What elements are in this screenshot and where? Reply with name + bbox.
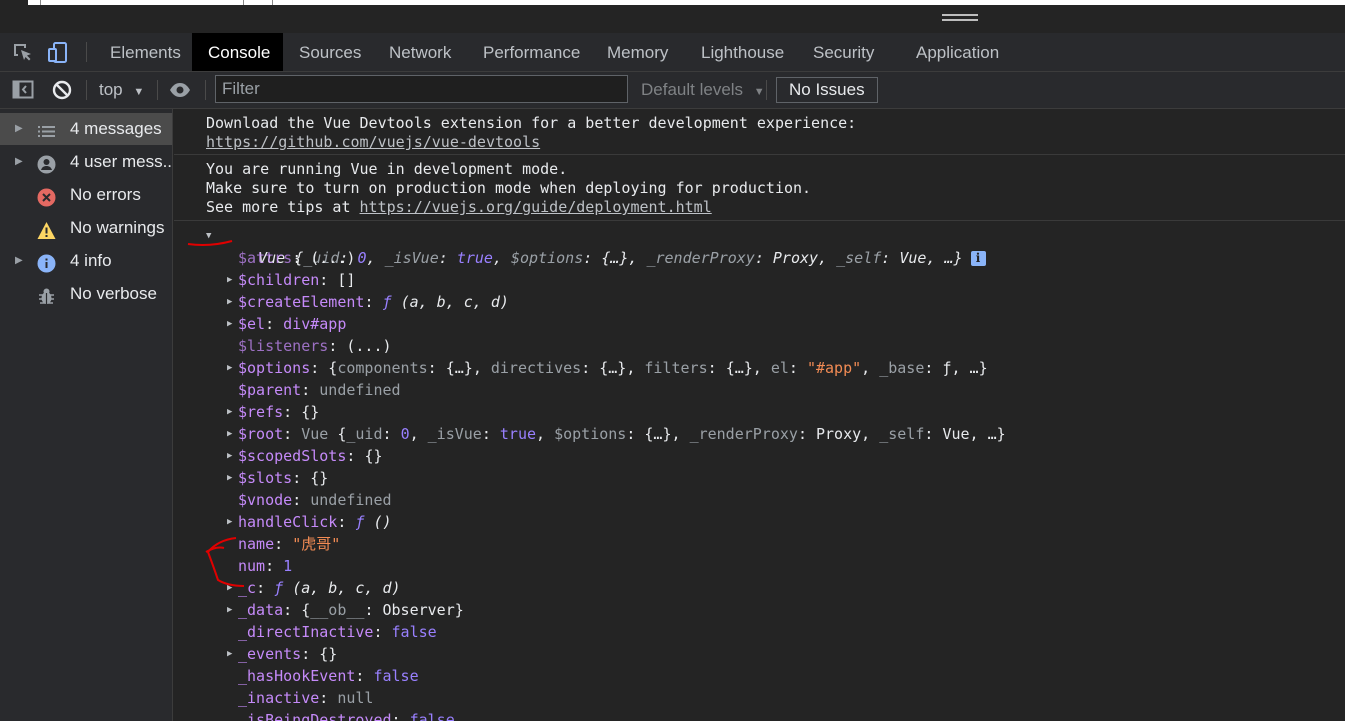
prop-refs[interactable]: ▶ $refs: {} bbox=[227, 401, 319, 423]
prop-inactive[interactable]: _inactive: null bbox=[238, 687, 373, 709]
expand-arrow-icon[interactable]: ▶ bbox=[227, 599, 232, 621]
expand-arrow-icon[interactable]: ▶ bbox=[227, 467, 232, 489]
console-output: Download the Vue Devtools extension for … bbox=[174, 109, 1345, 721]
devtools-link[interactable]: https://github.com/vuejs/vue-devtools bbox=[206, 133, 540, 151]
sidebar-item-warnings[interactable]: No warnings bbox=[0, 212, 172, 244]
expand-arrow-icon[interactable]: ▶ bbox=[227, 423, 232, 445]
tab-console[interactable]: Console bbox=[192, 33, 283, 71]
prop-options[interactable]: ▶ $options: {components: {…}, directives:… bbox=[227, 357, 988, 379]
tab-sources[interactable]: Sources bbox=[283, 33, 377, 71]
prop-c[interactable]: ▶ _c: ƒ (a, b, c, d) bbox=[227, 577, 401, 599]
sidebar-item-label: 4 user mess... bbox=[70, 152, 172, 171]
prop-children[interactable]: ▶ $children: [] bbox=[227, 269, 355, 291]
sidebar-toggle-icon[interactable] bbox=[12, 79, 34, 101]
collapse-arrow-icon[interactable]: ▼ bbox=[206, 225, 211, 247]
user-icon bbox=[37, 153, 56, 174]
deployment-link[interactable]: https://vuejs.org/guide/deployment.html bbox=[360, 198, 712, 216]
info-icon bbox=[37, 252, 56, 273]
resize-handle[interactable] bbox=[942, 14, 978, 22]
prop-num[interactable]: num: 1 bbox=[238, 555, 292, 577]
prop-name[interactable]: name: "虎哥" bbox=[238, 533, 340, 555]
sidebar-item-verbose[interactable]: No verbose bbox=[0, 278, 172, 310]
inspected-page-edge bbox=[28, 0, 1345, 5]
sidebar-item-user-messages[interactable]: ▶ 4 user mess... bbox=[0, 146, 172, 178]
console-message: You are running Vue in development mode.… bbox=[174, 155, 1345, 221]
prop-el[interactable]: ▶ $el: div#app bbox=[227, 313, 346, 335]
tab-application[interactable]: Application bbox=[900, 33, 1015, 71]
sidebar-item-label: 4 messages bbox=[70, 119, 162, 138]
expand-arrow-icon[interactable]: ▶ bbox=[227, 511, 232, 533]
devtools-tab-bar: Elements Console Sources Network Perform… bbox=[0, 33, 1345, 72]
sidebar-item-messages[interactable]: ▶ 4 messages bbox=[0, 113, 172, 145]
sidebar-item-label: No warnings bbox=[70, 218, 165, 237]
expand-arrow-icon[interactable]: ▶ bbox=[227, 357, 232, 379]
prop-events[interactable]: ▶ _events: {} bbox=[227, 643, 337, 665]
message-text: Make sure to turn on production mode whe… bbox=[206, 179, 812, 197]
message-text: You are running Vue in development mode. bbox=[206, 160, 568, 178]
tab-lighthouse[interactable]: Lighthouse bbox=[685, 33, 800, 71]
expand-arrow-icon[interactable]: ▶ bbox=[15, 245, 23, 277]
console-toolbar: top ▼ Default levels ▼ No Issues bbox=[0, 72, 1345, 109]
console-message: Download the Vue Devtools extension for … bbox=[174, 109, 1345, 155]
expand-arrow-icon[interactable]: ▶ bbox=[227, 313, 232, 335]
prop-attrs[interactable]: $attrs: (...) bbox=[238, 247, 355, 269]
bug-icon bbox=[37, 285, 56, 304]
log-levels-dropdown[interactable]: Default levels ▼ bbox=[641, 72, 765, 108]
prop-directInactive[interactable]: _directInactive: false bbox=[238, 621, 437, 643]
issues-button[interactable]: No Issues bbox=[776, 77, 878, 103]
sidebar-item-label: 4 info bbox=[70, 251, 112, 270]
dropdown-arrow-icon: ▼ bbox=[133, 86, 145, 98]
expand-arrow-icon[interactable]: ▶ bbox=[15, 113, 23, 145]
expand-arrow-icon[interactable]: ▶ bbox=[227, 291, 232, 313]
expand-arrow-icon[interactable]: ▶ bbox=[227, 401, 232, 423]
prop-parent[interactable]: $parent: undefined bbox=[238, 379, 401, 401]
page-area-strip bbox=[0, 0, 1345, 32]
context-label: top bbox=[99, 80, 123, 99]
prop-data[interactable]: ▶ _data: {__ob__: Observer} bbox=[227, 599, 464, 621]
prop-root[interactable]: ▶ $root: Vue {_uid: 0, _isVue: true, $opt… bbox=[227, 423, 1006, 445]
context-selector[interactable]: top ▼ bbox=[99, 72, 144, 108]
console-sidebar: ▶ 4 messages ▶ 4 user mess... No errors … bbox=[0, 109, 173, 721]
clear-console-icon[interactable] bbox=[51, 79, 73, 101]
sidebar-item-errors[interactable]: No errors bbox=[0, 179, 172, 211]
dropdown-arrow-icon: ▼ bbox=[753, 86, 765, 98]
expand-arrow-icon[interactable]: ▶ bbox=[227, 269, 232, 291]
levels-label: Default levels bbox=[641, 80, 744, 99]
expand-arrow-icon[interactable]: ▶ bbox=[15, 146, 23, 178]
prop-slots[interactable]: ▶ $slots: {} bbox=[227, 467, 328, 489]
error-icon bbox=[37, 186, 56, 207]
prop-isBeingDestroyed[interactable]: _isBeingDestroyed: false bbox=[238, 709, 455, 721]
tab-elements[interactable]: Elements bbox=[94, 33, 197, 71]
sidebar-item-label: No errors bbox=[70, 185, 141, 204]
message-text: Download the Vue Devtools extension for … bbox=[206, 114, 857, 132]
message-text: See more tips at bbox=[206, 198, 360, 216]
tab-memory[interactable]: Memory bbox=[591, 33, 684, 71]
expand-arrow-icon[interactable]: ▶ bbox=[227, 445, 232, 467]
device-toolbar-icon[interactable] bbox=[47, 42, 69, 64]
prop-vnode[interactable]: $vnode: undefined bbox=[238, 489, 392, 511]
prop-hasHookEvent[interactable]: _hasHookEvent: false bbox=[238, 665, 419, 687]
sidebar-item-info[interactable]: ▶ 4 info bbox=[0, 245, 172, 277]
tab-security[interactable]: Security bbox=[797, 33, 890, 71]
inspect-element-icon[interactable] bbox=[12, 42, 34, 64]
prop-handleClick[interactable]: ▶ handleClick: ƒ () bbox=[227, 511, 392, 533]
info-badge-icon[interactable]: i bbox=[970, 251, 986, 266]
warning-icon bbox=[37, 219, 56, 239]
tab-performance[interactable]: Performance bbox=[467, 33, 596, 71]
expand-arrow-icon[interactable]: ▶ bbox=[227, 577, 232, 599]
list-icon bbox=[37, 120, 56, 139]
prop-createElement[interactable]: ▶ $createElement: ƒ (a, b, c, d) bbox=[227, 291, 509, 313]
live-expression-eye-icon[interactable] bbox=[169, 79, 191, 101]
vue-object-root[interactable]: ▼ Vue {_uid: 0, _isVue: true, $options: {… bbox=[206, 225, 986, 267]
tab-network[interactable]: Network bbox=[373, 33, 467, 71]
sidebar-item-label: No verbose bbox=[70, 284, 157, 303]
prop-scopedSlots[interactable]: ▶ $scopedSlots: {} bbox=[227, 445, 383, 467]
prop-listeners[interactable]: $listeners: (...) bbox=[238, 335, 392, 357]
filter-input[interactable] bbox=[215, 75, 628, 103]
expand-arrow-icon[interactable]: ▶ bbox=[227, 643, 232, 665]
